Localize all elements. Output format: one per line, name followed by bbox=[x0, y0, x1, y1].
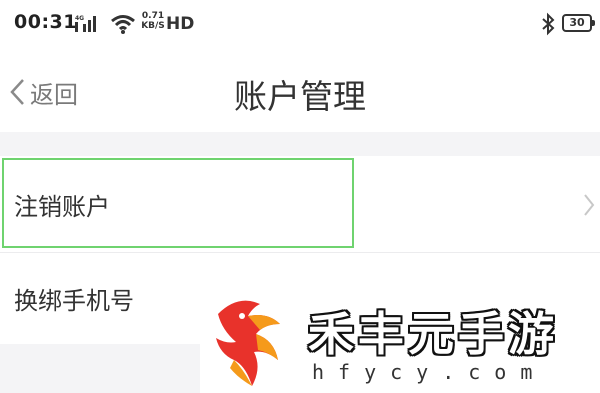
wifi-icon bbox=[111, 15, 135, 34]
navigation-bar: 返回 账户管理 bbox=[0, 52, 600, 132]
page-title: 账户管理 bbox=[234, 77, 366, 116]
svg-text:4G: 4G bbox=[75, 15, 84, 22]
watermark-url: hfycy.com bbox=[312, 360, 547, 384]
battery-icon: 30 bbox=[562, 14, 595, 32]
watermark: 禾丰元手游 hfycy.com bbox=[200, 290, 600, 393]
watermark-text: 禾丰元手游 bbox=[308, 307, 558, 361]
cancel-account-item[interactable]: 注销账户 bbox=[0, 156, 600, 252]
network-speed-unit: KB/S bbox=[141, 21, 165, 31]
battery-level: 30 bbox=[569, 16, 585, 29]
network-speed: 0.71 KB/S bbox=[140, 11, 166, 31]
bluetooth-icon bbox=[542, 12, 555, 36]
change-phone-label: 换绑手机号 bbox=[14, 287, 134, 315]
network-speed-value: 0.71 bbox=[141, 11, 165, 21]
cancel-account-label: 注销账户 bbox=[14, 192, 110, 221]
status-time: 00:31 bbox=[14, 11, 77, 33]
status-bar: 00:31 4G 0.71 KB/S HD 30 bbox=[0, 0, 600, 52]
dragon-logo-icon bbox=[216, 300, 280, 386]
chevron-right-icon bbox=[584, 194, 595, 216]
hd-indicator: HD bbox=[166, 14, 195, 34]
signal-icon: 4G bbox=[75, 15, 96, 32]
